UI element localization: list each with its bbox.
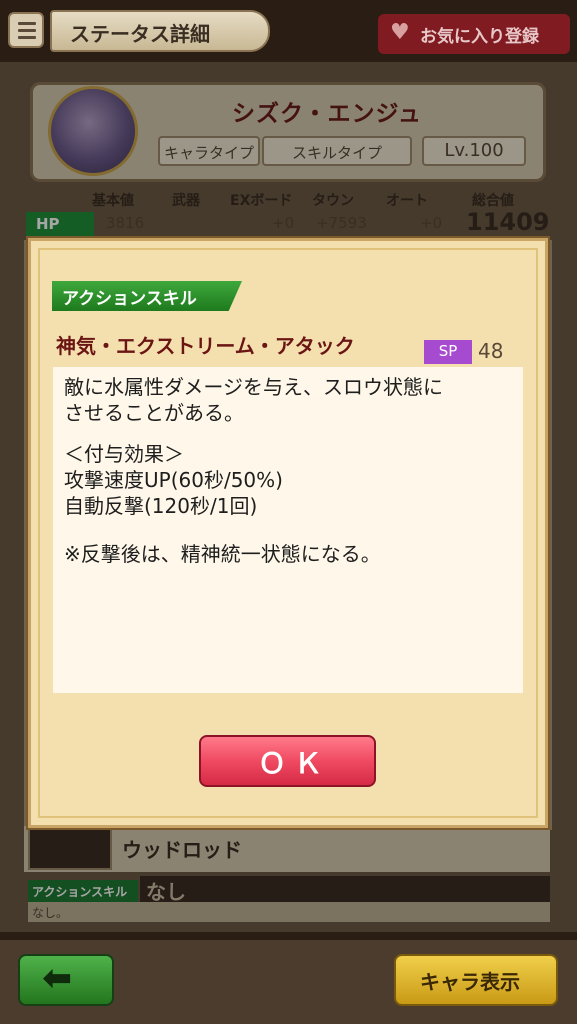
- sp-badge: SP: [424, 340, 472, 364]
- skill-description-line: 自動反撃(120秒/1回): [64, 494, 258, 518]
- chara-display-label: キャラ表示: [420, 970, 520, 994]
- skill-description-line: ＜付与効果＞: [64, 442, 184, 466]
- skill-description-line: させることがある。: [64, 401, 244, 425]
- skill-description-line: 敵に水属性ダメージを与え、スロウ状態に: [64, 375, 443, 399]
- skill-name: 神気・エクストリーム・アタック: [56, 334, 355, 358]
- favorite-label: お気に入り登録: [420, 27, 539, 47]
- back-arrow-icon: ⬅: [42, 958, 73, 999]
- page-title: ステータス詳細: [70, 22, 210, 46]
- heart-icon: ♥: [390, 20, 410, 45]
- menu-button[interactable]: [8, 12, 44, 48]
- skill-category-label: アクションスキル: [62, 289, 197, 309]
- screen: ステータス詳細 ♥ お気に入り登録 シズク・エンジュ キャラタイプ スキルタイプ…: [0, 0, 577, 1024]
- skill-description-line: ※反撃後は、精神統一状態になる。: [64, 542, 381, 566]
- skill-description-line: 攻撃速度UP(60秒/50%): [64, 468, 283, 492]
- sp-value: 48: [478, 339, 504, 363]
- ok-label: ＯＫ: [258, 747, 331, 780]
